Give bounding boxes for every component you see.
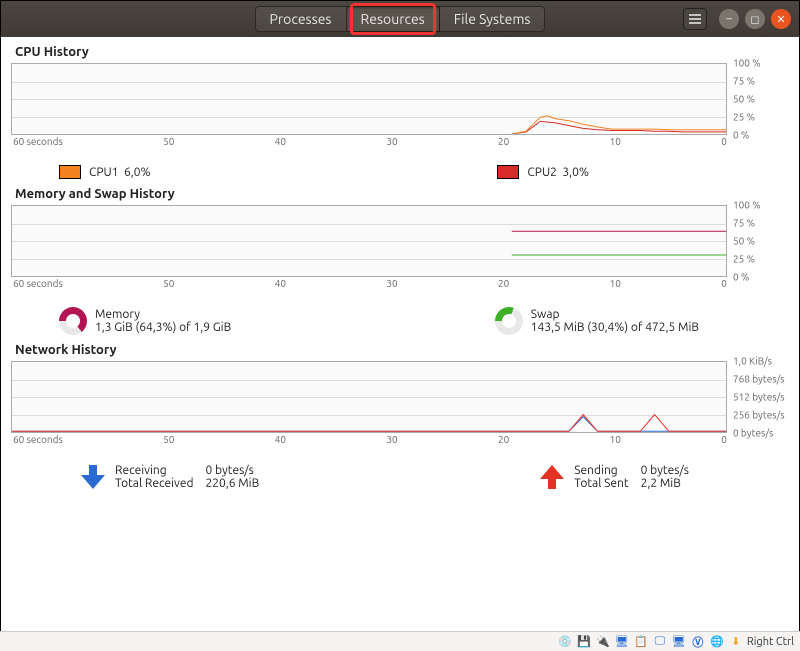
network-x-axis: 60 seconds50403020100 (11, 434, 727, 445)
upload-arrow-icon (538, 463, 566, 491)
display-icon[interactable]: 🖵 (652, 634, 668, 650)
tab-group: Processes Resources File Systems (255, 6, 546, 32)
cpu1-legend-item[interactable]: CPU1 6,0% (59, 165, 151, 179)
disk2-icon[interactable]: 💾 (576, 634, 592, 650)
hamburger-icon (689, 14, 701, 24)
network-icon[interactable]: 🖥 (614, 634, 630, 650)
memory-section-title: Memory and Swap History (15, 187, 789, 201)
content-area: CPU History 100 % 75 % 50 % 25 % 0 % 60 … (1, 37, 799, 497)
network-chart-wrap: 1,0 KiB/s 768 bytes/s 512 bytes/s 256 by… (11, 361, 789, 459)
host-key-label: Right Ctrl (747, 636, 794, 648)
minimize-button[interactable]: – (719, 9, 739, 29)
window-controls: – ◻ ✕ (683, 8, 791, 30)
network-chart (11, 361, 727, 433)
cpu-section-title: CPU History (15, 45, 789, 59)
cpu-chart (11, 63, 727, 135)
cpu-x-axis: 60 seconds50403020100 (11, 136, 727, 147)
usb-icon[interactable]: 🔌 (595, 634, 611, 650)
memory-legend: Memory 1,3 GiB (64,3%) of 1,9 GiB Swap 1… (11, 303, 789, 341)
cpu1-swatch (59, 165, 81, 179)
cpu2-legend-item[interactable]: CPU2 3,0% (497, 165, 589, 179)
power-icon[interactable]: ⬇ (728, 634, 744, 650)
hamburger-menu-button[interactable] (683, 8, 707, 30)
close-icon: ✕ (776, 13, 785, 26)
maximize-button[interactable]: ◻ (745, 9, 765, 29)
network-chart-lines (12, 362, 726, 432)
memory-chart-lines (12, 206, 726, 276)
cpu2-swatch (497, 165, 519, 179)
swap-donut-icon (495, 307, 523, 335)
close-button[interactable]: ✕ (771, 9, 791, 29)
cpu-chart-lines (12, 64, 726, 134)
cpu-y-axis: 100 % 75 % 50 % 25 % 0 % (731, 63, 789, 135)
settings-icon[interactable]: 🌐 (709, 634, 725, 650)
titlebar: Processes Resources File Systems – ◻ ✕ (1, 1, 799, 37)
tab-file-systems[interactable]: File Systems (440, 6, 546, 32)
memory-chart (11, 205, 727, 277)
cpu-chart-wrap: 100 % 75 % 50 % 25 % 0 % 60 seconds50403… (11, 63, 789, 161)
swap-legend-item[interactable]: Swap 143,5 MiB (30,4%) of 472,5 MiB (495, 307, 699, 335)
download-arrow-icon (79, 463, 107, 491)
memory-donut-icon (59, 307, 87, 335)
shared-folder-icon[interactable]: 📋 (633, 634, 649, 650)
memory-legend-item[interactable]: Memory 1,3 GiB (64,3%) of 1,9 GiB (59, 307, 231, 335)
vm-statusbar: 💿 💾 🔌 🖥 📋 🖵 🖥 Ⓥ 🌐 ⬇ Right Ctrl (0, 631, 800, 651)
tab-processes[interactable]: Processes (255, 6, 347, 32)
tab-resources[interactable]: Resources (347, 6, 440, 32)
maximize-icon: ◻ (750, 13, 759, 26)
disk-icon[interactable]: 💿 (557, 634, 573, 650)
network-section-title: Network History (15, 343, 789, 357)
memory-y-axis: 100 % 75 % 50 % 25 % 0 % (731, 205, 789, 277)
minimize-icon: – (726, 13, 731, 25)
network-legend: Receiving0 bytes/s Total Received220,6 M… (11, 459, 789, 497)
audio-icon[interactable]: 🖥 (671, 634, 687, 650)
memory-chart-wrap: 100 % 75 % 50 % 25 % 0 % 60 seconds50403… (11, 205, 789, 303)
cpu-legend: CPU1 6,0% CPU2 3,0% (11, 161, 789, 185)
send-legend-item[interactable]: Sending0 bytes/s Total Sent2,2 MiB (538, 463, 689, 491)
recv-legend-item[interactable]: Receiving0 bytes/s Total Received220,6 M… (79, 463, 259, 491)
network-y-axis: 1,0 KiB/s 768 bytes/s 512 bytes/s 256 by… (731, 361, 789, 433)
memory-x-axis: 60 seconds50403020100 (11, 278, 727, 289)
record-icon[interactable]: Ⓥ (690, 634, 706, 650)
